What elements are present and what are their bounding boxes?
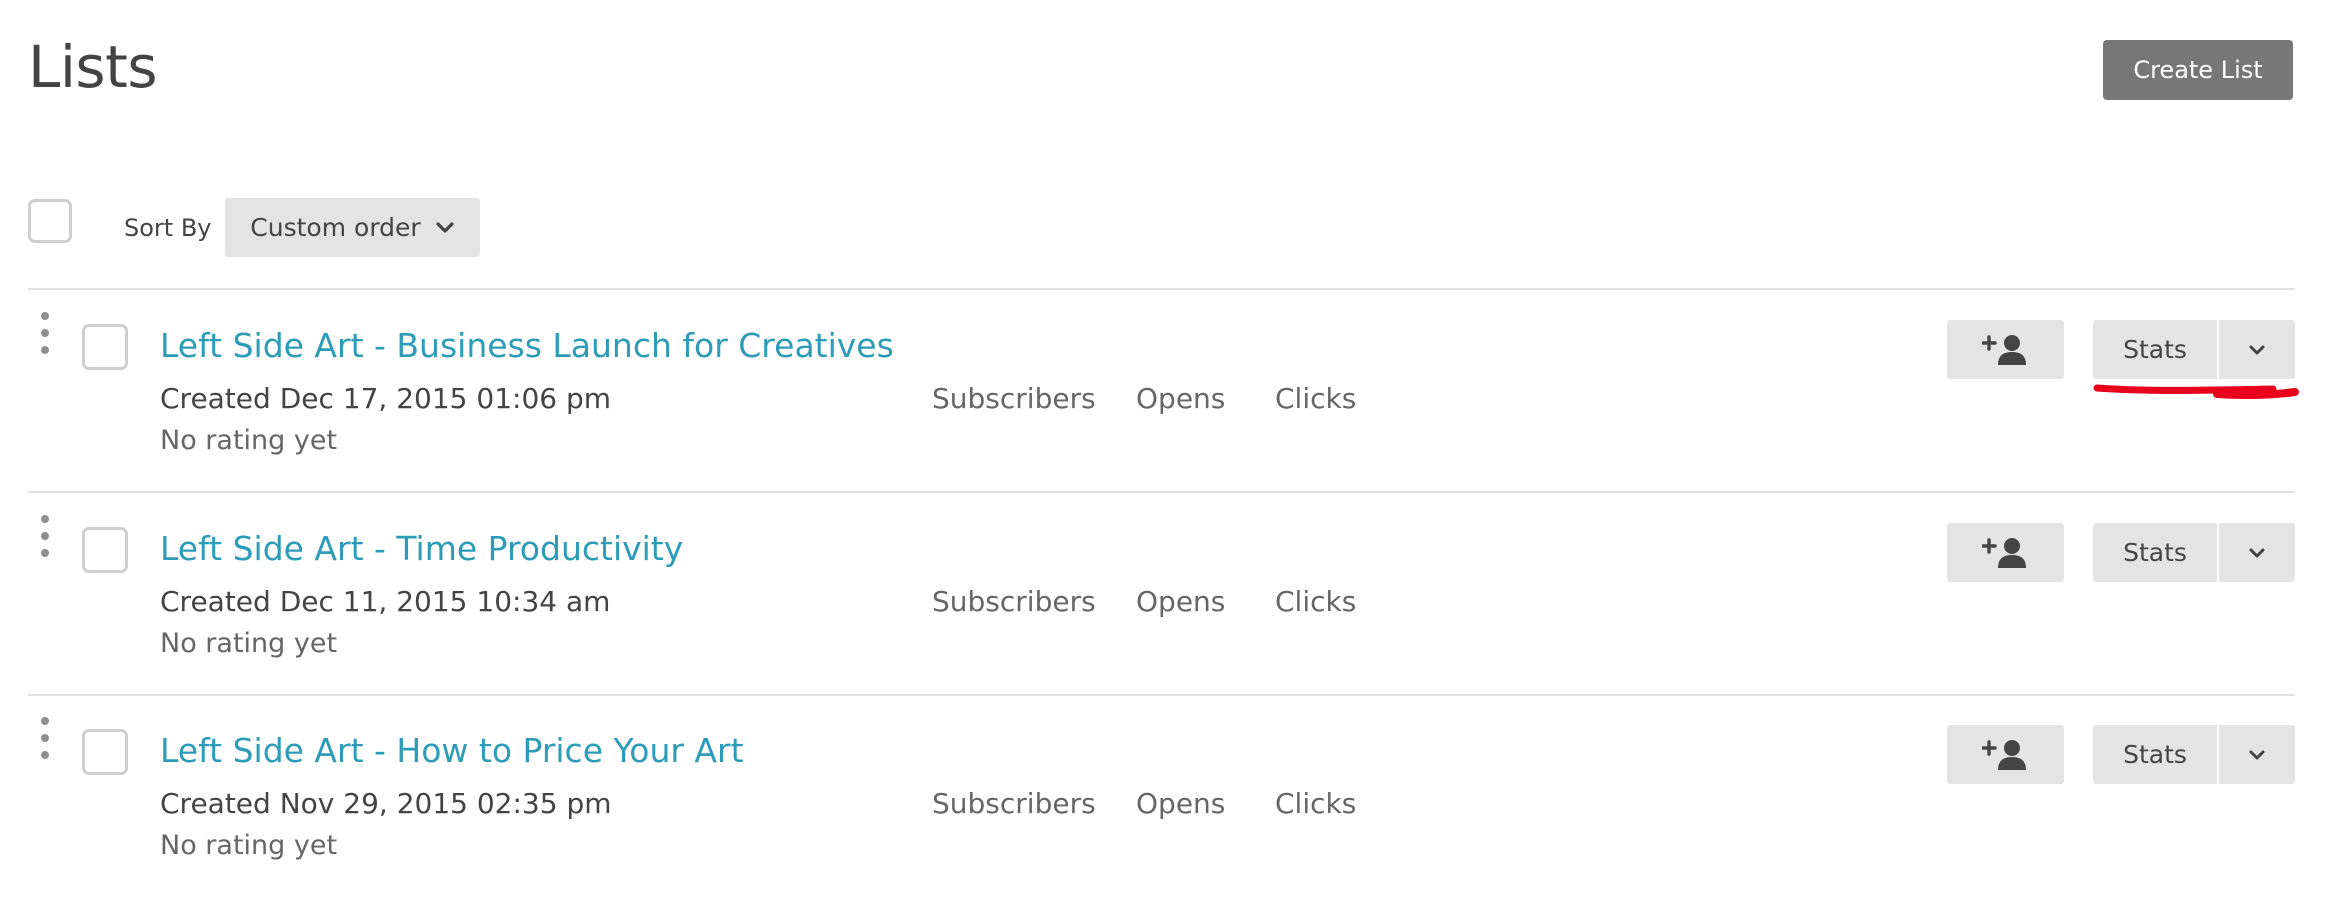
subscribers-label: Subscribers (932, 787, 1096, 820)
list-title-link[interactable]: Left Side Art - Business Launch for Crea… (160, 327, 894, 364)
create-list-button[interactable]: Create List (2103, 40, 2293, 100)
red-underline-annotation (2093, 384, 2299, 400)
clicks-label: Clicks (1275, 382, 1357, 415)
stats-button[interactable]: Stats (2093, 320, 2217, 379)
list-item-checkbox[interactable] (82, 324, 128, 370)
opens-label: Opens (1136, 585, 1226, 618)
drag-handle-icon[interactable] (38, 717, 52, 763)
list-item-checkbox[interactable] (82, 729, 128, 775)
divider (28, 288, 2295, 290)
list-created-date: Created Nov 29, 2015 02:35 pm (160, 787, 612, 820)
sort-by-label: Sort By (124, 214, 212, 242)
divider (28, 491, 2295, 493)
chevron-down-icon (2249, 548, 2265, 557)
divider (28, 694, 2295, 696)
chevron-down-icon (2249, 750, 2265, 759)
list-item: Left Side Art - Business Launch for Crea… (0, 300, 2326, 500)
add-user-icon (1981, 537, 2026, 568)
stats-button[interactable]: Stats (2093, 523, 2217, 582)
list-title-link[interactable]: Left Side Art - How to Price Your Art (160, 732, 744, 769)
chevron-down-icon (2249, 345, 2265, 354)
clicks-label: Clicks (1275, 787, 1357, 820)
opens-label: Opens (1136, 382, 1226, 415)
subscribers-label: Subscribers (932, 585, 1096, 618)
stats-button[interactable]: Stats (2093, 725, 2217, 784)
page-title: Lists (28, 33, 158, 101)
list-item-checkbox[interactable] (82, 527, 128, 573)
list-item: Left Side Art - Time Productivity Create… (0, 503, 2326, 703)
add-subscriber-button[interactable] (1947, 320, 2064, 379)
add-user-icon (1981, 739, 2026, 770)
stats-dropdown-button[interactable] (2219, 725, 2295, 784)
drag-handle-icon[interactable] (38, 515, 52, 561)
sort-order-value: Custom order (250, 213, 421, 242)
list-created-date: Created Dec 17, 2015 01:06 pm (160, 382, 612, 415)
stats-dropdown-button[interactable] (2219, 320, 2295, 379)
clicks-label: Clicks (1275, 585, 1357, 618)
sort-order-select[interactable]: Custom order (225, 198, 480, 257)
select-all-checkbox[interactable] (28, 199, 72, 243)
list-item: Left Side Art - How to Price Your Art Cr… (0, 705, 2326, 905)
add-subscriber-button[interactable] (1947, 523, 2064, 582)
list-title-link[interactable]: Left Side Art - Time Productivity (160, 530, 683, 567)
chevron-down-icon (436, 221, 454, 233)
add-user-icon (1981, 334, 2026, 365)
stats-dropdown-button[interactable] (2219, 523, 2295, 582)
list-rating: No rating yet (160, 628, 338, 659)
list-rating: No rating yet (160, 425, 338, 456)
subscribers-label: Subscribers (932, 382, 1096, 415)
drag-handle-icon[interactable] (38, 312, 52, 358)
opens-label: Opens (1136, 787, 1226, 820)
list-created-date: Created Dec 11, 2015 10:34 am (160, 585, 611, 618)
list-rating: No rating yet (160, 830, 338, 861)
add-subscriber-button[interactable] (1947, 725, 2064, 784)
